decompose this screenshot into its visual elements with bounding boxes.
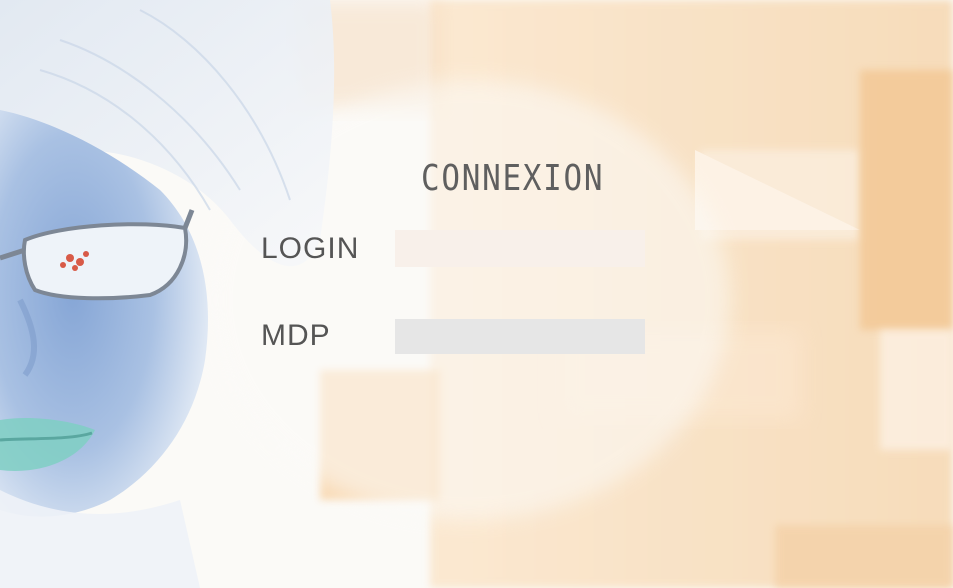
login-screen: CONNEXION LOGIN MDP	[0, 0, 953, 588]
login-label: LOGIN	[261, 232, 360, 265]
page-title: CONNEXION	[421, 158, 605, 199]
login-input[interactable]	[395, 230, 645, 267]
password-label: MDP	[261, 319, 331, 352]
password-input[interactable]	[395, 319, 645, 354]
background-image	[0, 0, 953, 588]
